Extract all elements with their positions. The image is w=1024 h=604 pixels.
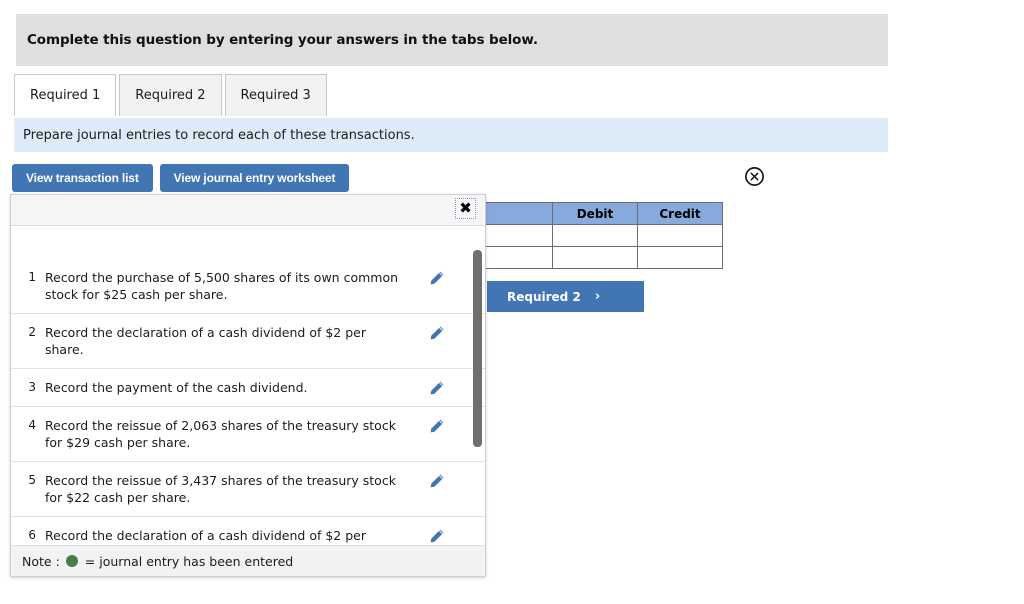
instruction-banner: Complete this question by entering your … [16,14,888,66]
chevron-right-icon: › [594,289,601,304]
transaction-list-scroll-area: 1 Record the purchase of 5,500 shares of… [11,226,485,545]
list-item[interactable]: 2 Record the declaration of a cash divid… [11,314,485,369]
tab-required-1-label: Required 1 [30,88,101,103]
cell-debit[interactable] [552,224,638,247]
close-icon[interactable]: ✖ [455,198,476,219]
requirement-tabs: Required 1 Required 2 Required 3 [14,74,330,116]
transaction-list: 1 Record the purchase of 5,500 shares of… [11,259,485,545]
transaction-list-panel: ✖ 1 Record the purchase of 5,500 shares … [10,194,486,577]
tab-required-2-label: Required 2 [135,88,206,103]
transaction-text: Record the declaration of a cash dividen… [45,325,366,357]
legend-note-suffix: = journal entry has been entered [84,553,294,569]
transaction-number: 1 [28,270,36,284]
transaction-number: 3 [28,380,36,394]
transaction-number: 6 [28,528,36,542]
tab-required-3[interactable]: Required 3 [224,74,327,116]
cell-debit[interactable] [552,246,638,269]
close-circle-icon[interactable] [744,166,765,187]
transaction-number: 4 [28,418,36,432]
list-item[interactable]: 1 Record the purchase of 5,500 shares of… [11,259,485,314]
requirement-prompt-text: Prepare journal entries to record each o… [23,127,415,143]
cell-credit[interactable] [637,246,723,269]
tab-required-3-label: Required 3 [240,88,311,103]
scrollbar-thumb[interactable] [473,250,482,447]
list-item[interactable]: 4 Record the reissue of 2,063 shares of … [11,407,485,462]
transaction-text: Record the payment of the cash dividend. [45,380,308,395]
tab-required-2[interactable]: Required 2 [119,74,222,116]
pencil-icon[interactable] [417,269,457,286]
list-item[interactable]: 3 Record the payment of the cash dividen… [11,369,485,407]
view-transaction-list-button[interactable]: View transaction list [12,164,153,192]
cell-credit[interactable] [637,224,723,247]
tab-required-1[interactable]: Required 1 [14,74,117,116]
transaction-text: Record the declaration of a cash dividen… [45,528,366,543]
column-header-debit: Debit [552,202,638,225]
transaction-text: Record the purchase of 5,500 shares of i… [45,270,399,302]
list-item[interactable]: 6 Record the declaration of a cash divid… [11,517,485,545]
view-journal-entry-worksheet-button[interactable]: View journal entry worksheet [159,164,350,192]
green-dot-icon [65,555,78,567]
requirement-prompt-strip: Prepare journal entries to record each o… [14,118,888,152]
pencil-icon[interactable] [417,324,457,341]
legend-note: Note : = journal entry has been entered [11,545,485,576]
transaction-text: Record the reissue of 3,437 shares of th… [45,473,396,505]
next-required-2-button[interactable]: Required 2 › [487,281,644,312]
pencil-icon[interactable] [417,417,457,434]
transaction-text: Record the reissue of 2,063 shares of th… [45,418,396,450]
pencil-icon[interactable] [417,527,457,544]
instruction-text: Complete this question by entering your … [27,32,538,48]
view-toggle-buttons: View transaction list View journal entry… [12,164,350,192]
column-header-credit: Credit [637,202,723,225]
transaction-number: 5 [28,473,36,487]
transaction-number: 2 [28,325,36,339]
pencil-icon[interactable] [417,472,457,489]
pencil-icon[interactable] [417,379,457,396]
transaction-list-panel-header: ✖ [11,195,485,226]
list-item[interactable]: 5 Record the reissue of 3,437 shares of … [11,462,485,517]
scrollbar[interactable] [473,226,482,545]
legend-note-prefix: Note : [22,553,60,569]
next-required-2-label: Required 2 [507,289,581,304]
